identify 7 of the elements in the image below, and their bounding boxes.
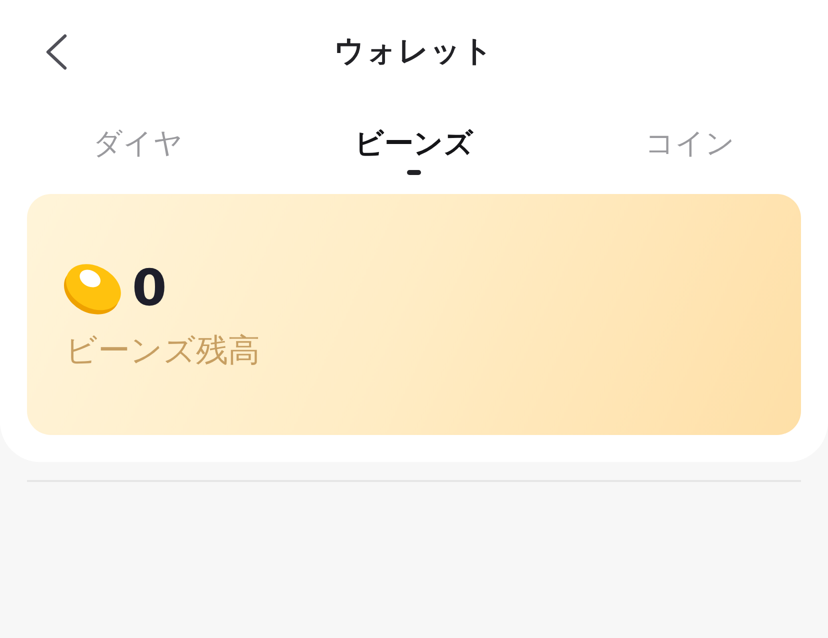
- balance-label: ビーンズ残高: [65, 330, 260, 370]
- tab[interactable]: ダイヤ: [93, 124, 183, 162]
- tab[interactable]: コイン: [645, 124, 735, 162]
- page-title: ウォレット: [334, 33, 494, 71]
- balance-amount: 0: [132, 260, 167, 316]
- tab[interactable]: ビーンズ: [354, 124, 474, 162]
- back-icon[interactable]: [44, 34, 68, 70]
